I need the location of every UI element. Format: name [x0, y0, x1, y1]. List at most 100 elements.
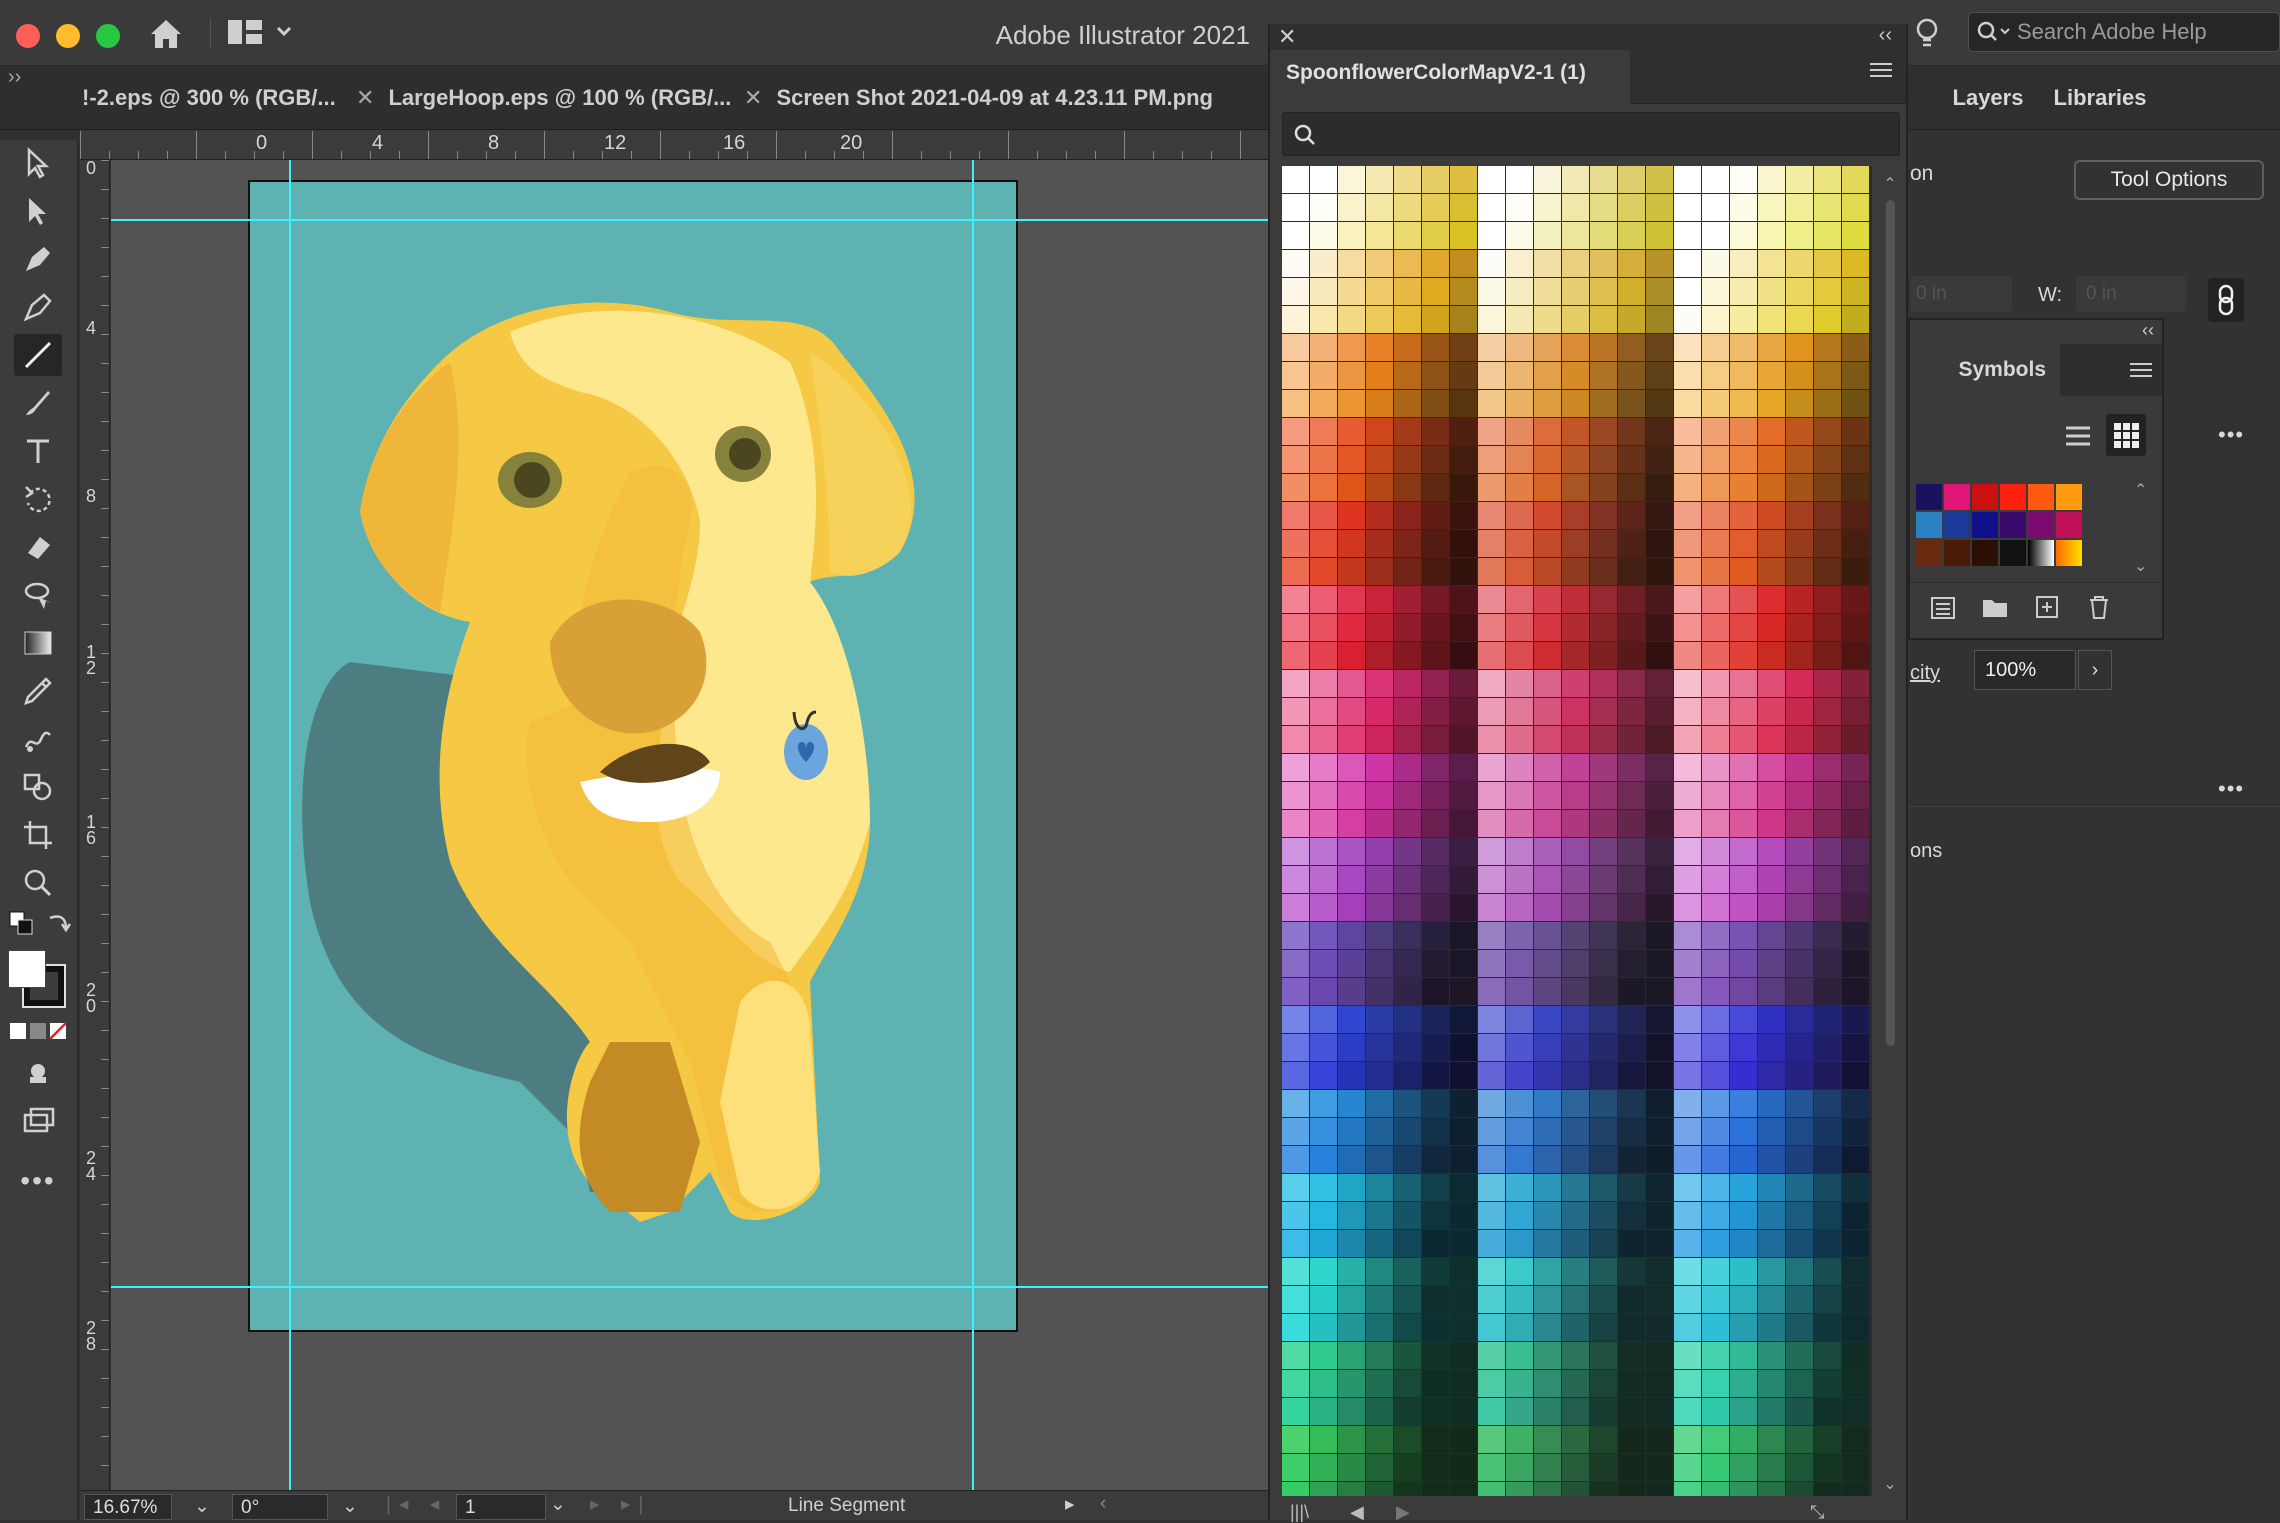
color-swatch[interactable] [1310, 1146, 1337, 1173]
color-swatch[interactable] [1842, 810, 1869, 837]
color-swatch[interactable] [1730, 362, 1757, 389]
color-swatch[interactable] [1730, 1370, 1757, 1397]
color-swatch[interactable] [1814, 726, 1841, 753]
color-swatch[interactable] [1814, 530, 1841, 557]
color-swatch[interactable] [1366, 670, 1393, 697]
color-swatch[interactable] [1814, 222, 1841, 249]
color-swatch[interactable] [1842, 1174, 1869, 1201]
color-swatch[interactable] [1282, 1006, 1309, 1033]
color-swatch[interactable] [1366, 1426, 1393, 1453]
color-swatch[interactable] [1478, 1342, 1505, 1369]
color-swatch[interactable] [1282, 670, 1309, 697]
tab-libraries[interactable]: Libraries [2044, 66, 2156, 130]
color-swatch[interactable] [1506, 418, 1533, 445]
color-swatch[interactable] [1422, 1062, 1449, 1089]
color-swatch[interactable] [1786, 1314, 1813, 1341]
color-swatch[interactable] [1842, 754, 1869, 781]
color-swatch[interactable] [1786, 194, 1813, 221]
tab-document-1[interactable]: !-2.eps @ 300 % (RGB/... [82, 66, 336, 130]
color-swatch[interactable] [1310, 698, 1337, 725]
color-swatch[interactable] [1618, 194, 1645, 221]
color-swatch[interactable] [1758, 1118, 1785, 1145]
color-swatch[interactable] [1562, 1006, 1589, 1033]
color-swatch[interactable] [1842, 586, 1869, 613]
color-swatch[interactable] [1338, 922, 1365, 949]
color-swatch[interactable] [1590, 474, 1617, 501]
color-swatch[interactable] [1366, 474, 1393, 501]
color-swatch[interactable] [1674, 1006, 1701, 1033]
color-swatch[interactable] [1842, 1314, 1869, 1341]
color-swatch[interactable] [1674, 614, 1701, 641]
color-swatch[interactable] [1730, 810, 1757, 837]
color-swatch[interactable] [1702, 1230, 1729, 1257]
color-swatch[interactable] [1590, 1230, 1617, 1257]
color-swatch[interactable] [1450, 670, 1477, 697]
color-swatch[interactable] [1702, 222, 1729, 249]
color-swatch[interactable] [1422, 1258, 1449, 1285]
color-swatch[interactable] [1702, 1174, 1729, 1201]
color-swatch[interactable] [1618, 166, 1645, 193]
color-swatch[interactable] [1646, 1398, 1673, 1425]
color-swatch[interactable] [1478, 1034, 1505, 1061]
color-swatch[interactable] [1394, 334, 1421, 361]
color-swatch[interactable] [1506, 334, 1533, 361]
color-swatch[interactable] [1618, 1034, 1645, 1061]
color-swatch[interactable] [1842, 670, 1869, 697]
color-swatch[interactable] [1310, 894, 1337, 921]
symbols-scroll-up-icon[interactable]: ⌃ [2134, 480, 2147, 500]
color-swatch[interactable] [1842, 1258, 1869, 1285]
color-swatch[interactable] [1310, 166, 1337, 193]
color-swatch[interactable] [1506, 950, 1533, 977]
color-swatch[interactable] [1310, 838, 1337, 865]
color-swatch[interactable] [1282, 474, 1309, 501]
color-swatch[interactable] [1506, 922, 1533, 949]
color-swatch[interactable] [1366, 250, 1393, 277]
color-swatch[interactable] [1394, 1174, 1421, 1201]
color-swatch[interactable] [1562, 1034, 1589, 1061]
guide-horizontal-top[interactable] [111, 219, 1268, 221]
color-swatch[interactable] [1394, 362, 1421, 389]
color-swatch[interactable] [1618, 698, 1645, 725]
color-swatch[interactable] [1702, 978, 1729, 1005]
color-swatch[interactable] [1786, 446, 1813, 473]
color-swatch[interactable] [1646, 1034, 1673, 1061]
color-swatch[interactable] [1422, 278, 1449, 305]
color-swatch[interactable] [1674, 698, 1701, 725]
color-swatch[interactable] [1310, 614, 1337, 641]
color-swatch[interactable] [1702, 166, 1729, 193]
color-swatch[interactable] [1338, 726, 1365, 753]
color-swatch[interactable] [1786, 278, 1813, 305]
color-swatch[interactable] [1282, 1482, 1309, 1496]
color-swatch[interactable] [1646, 1062, 1673, 1089]
symbol-swatch[interactable] [2028, 540, 2054, 566]
color-swatch[interactable] [1646, 950, 1673, 977]
color-swatch[interactable] [1366, 222, 1393, 249]
color-swatch[interactable] [1310, 558, 1337, 585]
color-swatch[interactable] [1646, 1090, 1673, 1117]
color-swatch[interactable] [1618, 1006, 1645, 1033]
color-swatch[interactable] [1590, 194, 1617, 221]
color-swatch[interactable] [1730, 474, 1757, 501]
color-swatch[interactable] [1758, 334, 1785, 361]
color-swatch[interactable] [1478, 782, 1505, 809]
color-swatch[interactable] [1506, 1482, 1533, 1496]
color-swatch[interactable] [1450, 810, 1477, 837]
color-swatch[interactable] [1814, 1482, 1841, 1496]
color-swatch[interactable] [1562, 278, 1589, 305]
color-swatch[interactable] [1590, 978, 1617, 1005]
color-swatch[interactable] [1506, 1202, 1533, 1229]
color-swatch[interactable] [1814, 558, 1841, 585]
color-swatch[interactable] [1534, 1398, 1561, 1425]
color-swatch[interactable] [1478, 922, 1505, 949]
color-swatch[interactable] [1282, 614, 1309, 641]
rotate-tool-icon[interactable] [14, 478, 62, 520]
artboard-next-icons[interactable]: ▸ ▸| [590, 1493, 651, 1516]
color-swatch[interactable] [1786, 1454, 1813, 1481]
color-swatch[interactable] [1814, 334, 1841, 361]
color-swatch[interactable] [1646, 1286, 1673, 1313]
color-swatch[interactable] [1590, 1342, 1617, 1369]
color-swatch[interactable] [1758, 1258, 1785, 1285]
color-swatch[interactable] [1422, 558, 1449, 585]
color-swatch[interactable] [1590, 1202, 1617, 1229]
color-swatch[interactable] [1562, 1174, 1589, 1201]
